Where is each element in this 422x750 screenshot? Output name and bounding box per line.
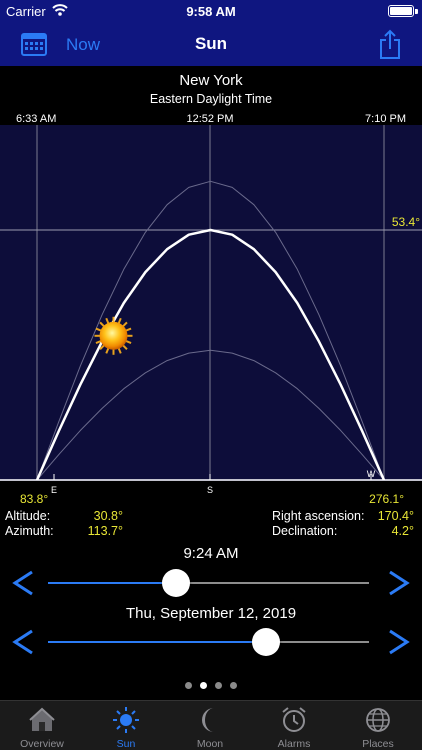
altitude-label: Altitude:	[5, 509, 51, 523]
date-slider-track[interactable]	[48, 641, 369, 643]
time-slider-label: 9:24 AM	[183, 545, 239, 562]
moon-icon	[202, 708, 214, 732]
page-indicator[interactable]	[0, 676, 422, 694]
azimuth-label: Azimuth:	[5, 524, 54, 538]
date-slider-fill	[48, 641, 267, 643]
sun-path-chart[interactable]: 6:33 AM 12:52 PM 7:10 PM 53.4° E S W 83.…	[0, 112, 422, 506]
tab-sun[interactable]: Sun	[84, 701, 168, 750]
altitude-value: 30.8°	[93, 509, 123, 523]
share-icon[interactable]	[378, 28, 402, 60]
right-ascension-value: 170.4°	[377, 509, 414, 523]
time-back-arrow-icon[interactable]	[10, 568, 36, 598]
location-header: New York Eastern Daylight Time	[0, 66, 422, 112]
max-altitude-label: 53.4°	[392, 215, 420, 229]
page-dot[interactable]	[215, 682, 222, 689]
tab-label: Overview	[20, 738, 64, 750]
sunrise-azimuth-label: 83.8°	[20, 492, 48, 506]
tab-label: Sun	[116, 738, 136, 750]
battery-icon	[388, 5, 418, 17]
noon-time-label: 12:52 PM	[186, 113, 233, 125]
right-ascension-label: Right ascension:	[272, 509, 365, 523]
sunset-azimuth-label: 276.1°	[369, 492, 404, 506]
east-label: E	[51, 485, 57, 495]
globe-icon	[366, 708, 390, 732]
tab-label: Moon	[196, 738, 224, 750]
page-dot[interactable]	[200, 682, 207, 689]
status-bar: Carrier 9:58 AM	[0, 0, 422, 24]
sun-position-marker[interactable]	[94, 316, 133, 355]
sunrise-time-label: 6:33 AM	[16, 113, 56, 125]
position-readouts: Altitude: 30.8° Azimuth: 113.7° Right as…	[0, 507, 422, 539]
sunset-time-label: 7:10 PM	[365, 113, 406, 125]
tab-label: Alarms	[277, 738, 311, 750]
date-slider-label: Thu, September 12, 2019	[125, 605, 297, 622]
time-slider-fill	[48, 582, 177, 584]
declination-value: 4.2°	[391, 524, 414, 538]
tab-moon[interactable]: Moon	[168, 701, 252, 750]
tab-bar: Overview Sun Moon Alarms Places	[0, 700, 422, 750]
sun-disc	[99, 321, 128, 350]
tab-places[interactable]: Places	[336, 701, 420, 750]
date-back-arrow-icon[interactable]	[10, 627, 36, 657]
alarm-clock-icon	[282, 707, 306, 732]
azimuth-value: 113.7°	[87, 524, 123, 538]
sun-icon	[113, 707, 139, 733]
time-slider-track[interactable]	[48, 582, 369, 584]
tab-alarms[interactable]: Alarms	[252, 701, 336, 750]
page-dot[interactable]	[185, 682, 192, 689]
page-title: Sun	[194, 34, 228, 53]
time-forward-arrow-icon[interactable]	[386, 568, 412, 598]
declination-label: Declination:	[272, 524, 338, 538]
date-slider-thumb[interactable]	[252, 628, 281, 656]
clock: 9:58 AM	[186, 4, 236, 19]
tab-overview[interactable]: Overview	[0, 701, 84, 750]
house-icon	[29, 707, 55, 731]
timezone-name: Eastern Daylight Time	[149, 92, 273, 106]
date-forward-arrow-icon[interactable]	[386, 627, 412, 657]
city-name: New York	[179, 72, 243, 89]
south-label: S	[207, 485, 213, 495]
page-dot[interactable]	[230, 682, 237, 689]
time-slider-thumb[interactable]	[162, 569, 191, 597]
west-label: W	[367, 469, 376, 479]
tab-label: Places	[362, 738, 394, 750]
nav-bar: Now Sun	[0, 24, 422, 66]
